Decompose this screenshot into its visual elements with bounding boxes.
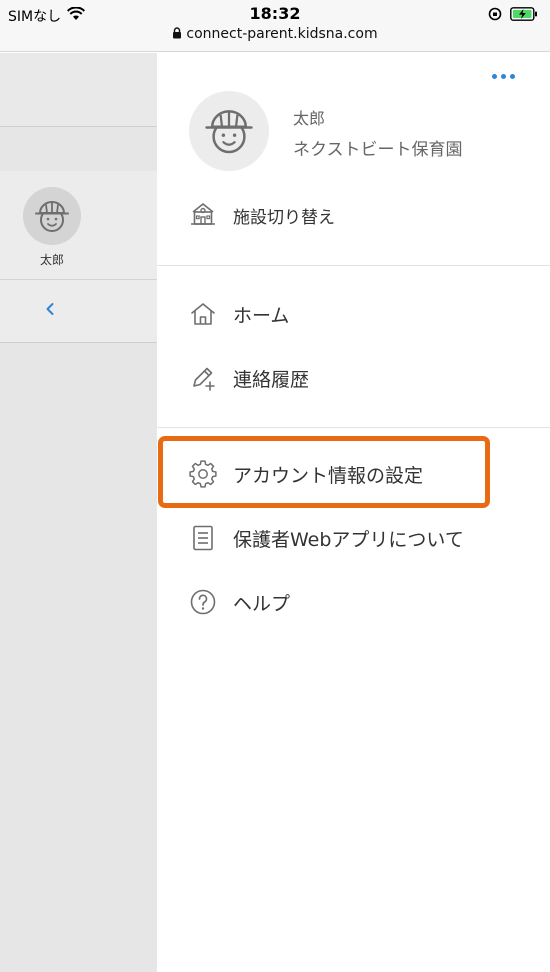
side-panel-header <box>0 53 157 127</box>
menu-item-help[interactable]: ヘルプ <box>157 574 550 630</box>
side-panel: 太郎 <box>0 53 157 972</box>
document-icon <box>189 524 217 552</box>
child-name-label: 太郎 <box>39 253 64 267</box>
url-text: connect-parent.kidsna.com <box>186 26 378 42</box>
side-panel-child-card: 太郎 <box>0 171 157 343</box>
profile-avatar <box>189 91 269 171</box>
dot <box>509 73 515 79</box>
url-bar[interactable]: connect-parent.kidsna.com <box>0 26 550 43</box>
menu-item-home[interactable]: ホーム <box>157 286 550 342</box>
switch-facility-button[interactable]: 施設切り替え <box>157 191 550 237</box>
child-avatar[interactable] <box>23 187 81 245</box>
school-building-icon <box>189 201 217 231</box>
menu-item-label: 保護者Webアプリについて <box>233 529 464 551</box>
browser-status-bar: SIMなし 18:32 connect-parent.kidsna.com <box>0 0 550 52</box>
switch-facility-label: 施設切り替え <box>233 208 335 228</box>
profile-name: 太郎 <box>293 109 326 128</box>
chevron-left-icon <box>46 303 54 315</box>
help-icon <box>189 588 217 616</box>
navigation-drawer: 太郎 ネクストビート保育園 施設切り替え ホーム 連絡履歴 アカウント情報の設定… <box>157 53 550 972</box>
collapse-button[interactable] <box>36 295 64 323</box>
menu-item-account-settings[interactable]: アカウント情報の設定 <box>157 446 550 502</box>
status-icons <box>488 6 538 25</box>
helmet-face-icon <box>205 110 253 154</box>
profile-facility: ネクストビート保育園 <box>293 140 463 160</box>
menu-item-label: ヘルプ <box>233 593 291 615</box>
more-options-button[interactable] <box>488 61 518 91</box>
home-icon <box>189 300 217 328</box>
battery-charging-icon <box>510 6 538 25</box>
menu-item-label: 連絡履歴 <box>233 369 310 391</box>
dot <box>500 73 506 79</box>
menu-item-contact-history[interactable]: 連絡履歴 <box>157 350 550 406</box>
divider <box>0 279 157 280</box>
menu-item-label: ホーム <box>233 305 290 327</box>
lock-icon <box>172 27 182 43</box>
pencil-plus-icon <box>189 364 217 392</box>
orientation-lock-icon <box>488 6 502 25</box>
section-divider <box>157 427 550 428</box>
section-divider <box>157 265 550 266</box>
menu-item-about-app[interactable]: 保護者Webアプリについて <box>157 510 550 566</box>
dot <box>491 73 497 79</box>
clock: 18:32 <box>249 4 301 23</box>
menu-item-label: アカウント情報の設定 <box>233 465 424 487</box>
helmet-face-icon <box>35 201 69 232</box>
gear-icon <box>189 460 217 488</box>
